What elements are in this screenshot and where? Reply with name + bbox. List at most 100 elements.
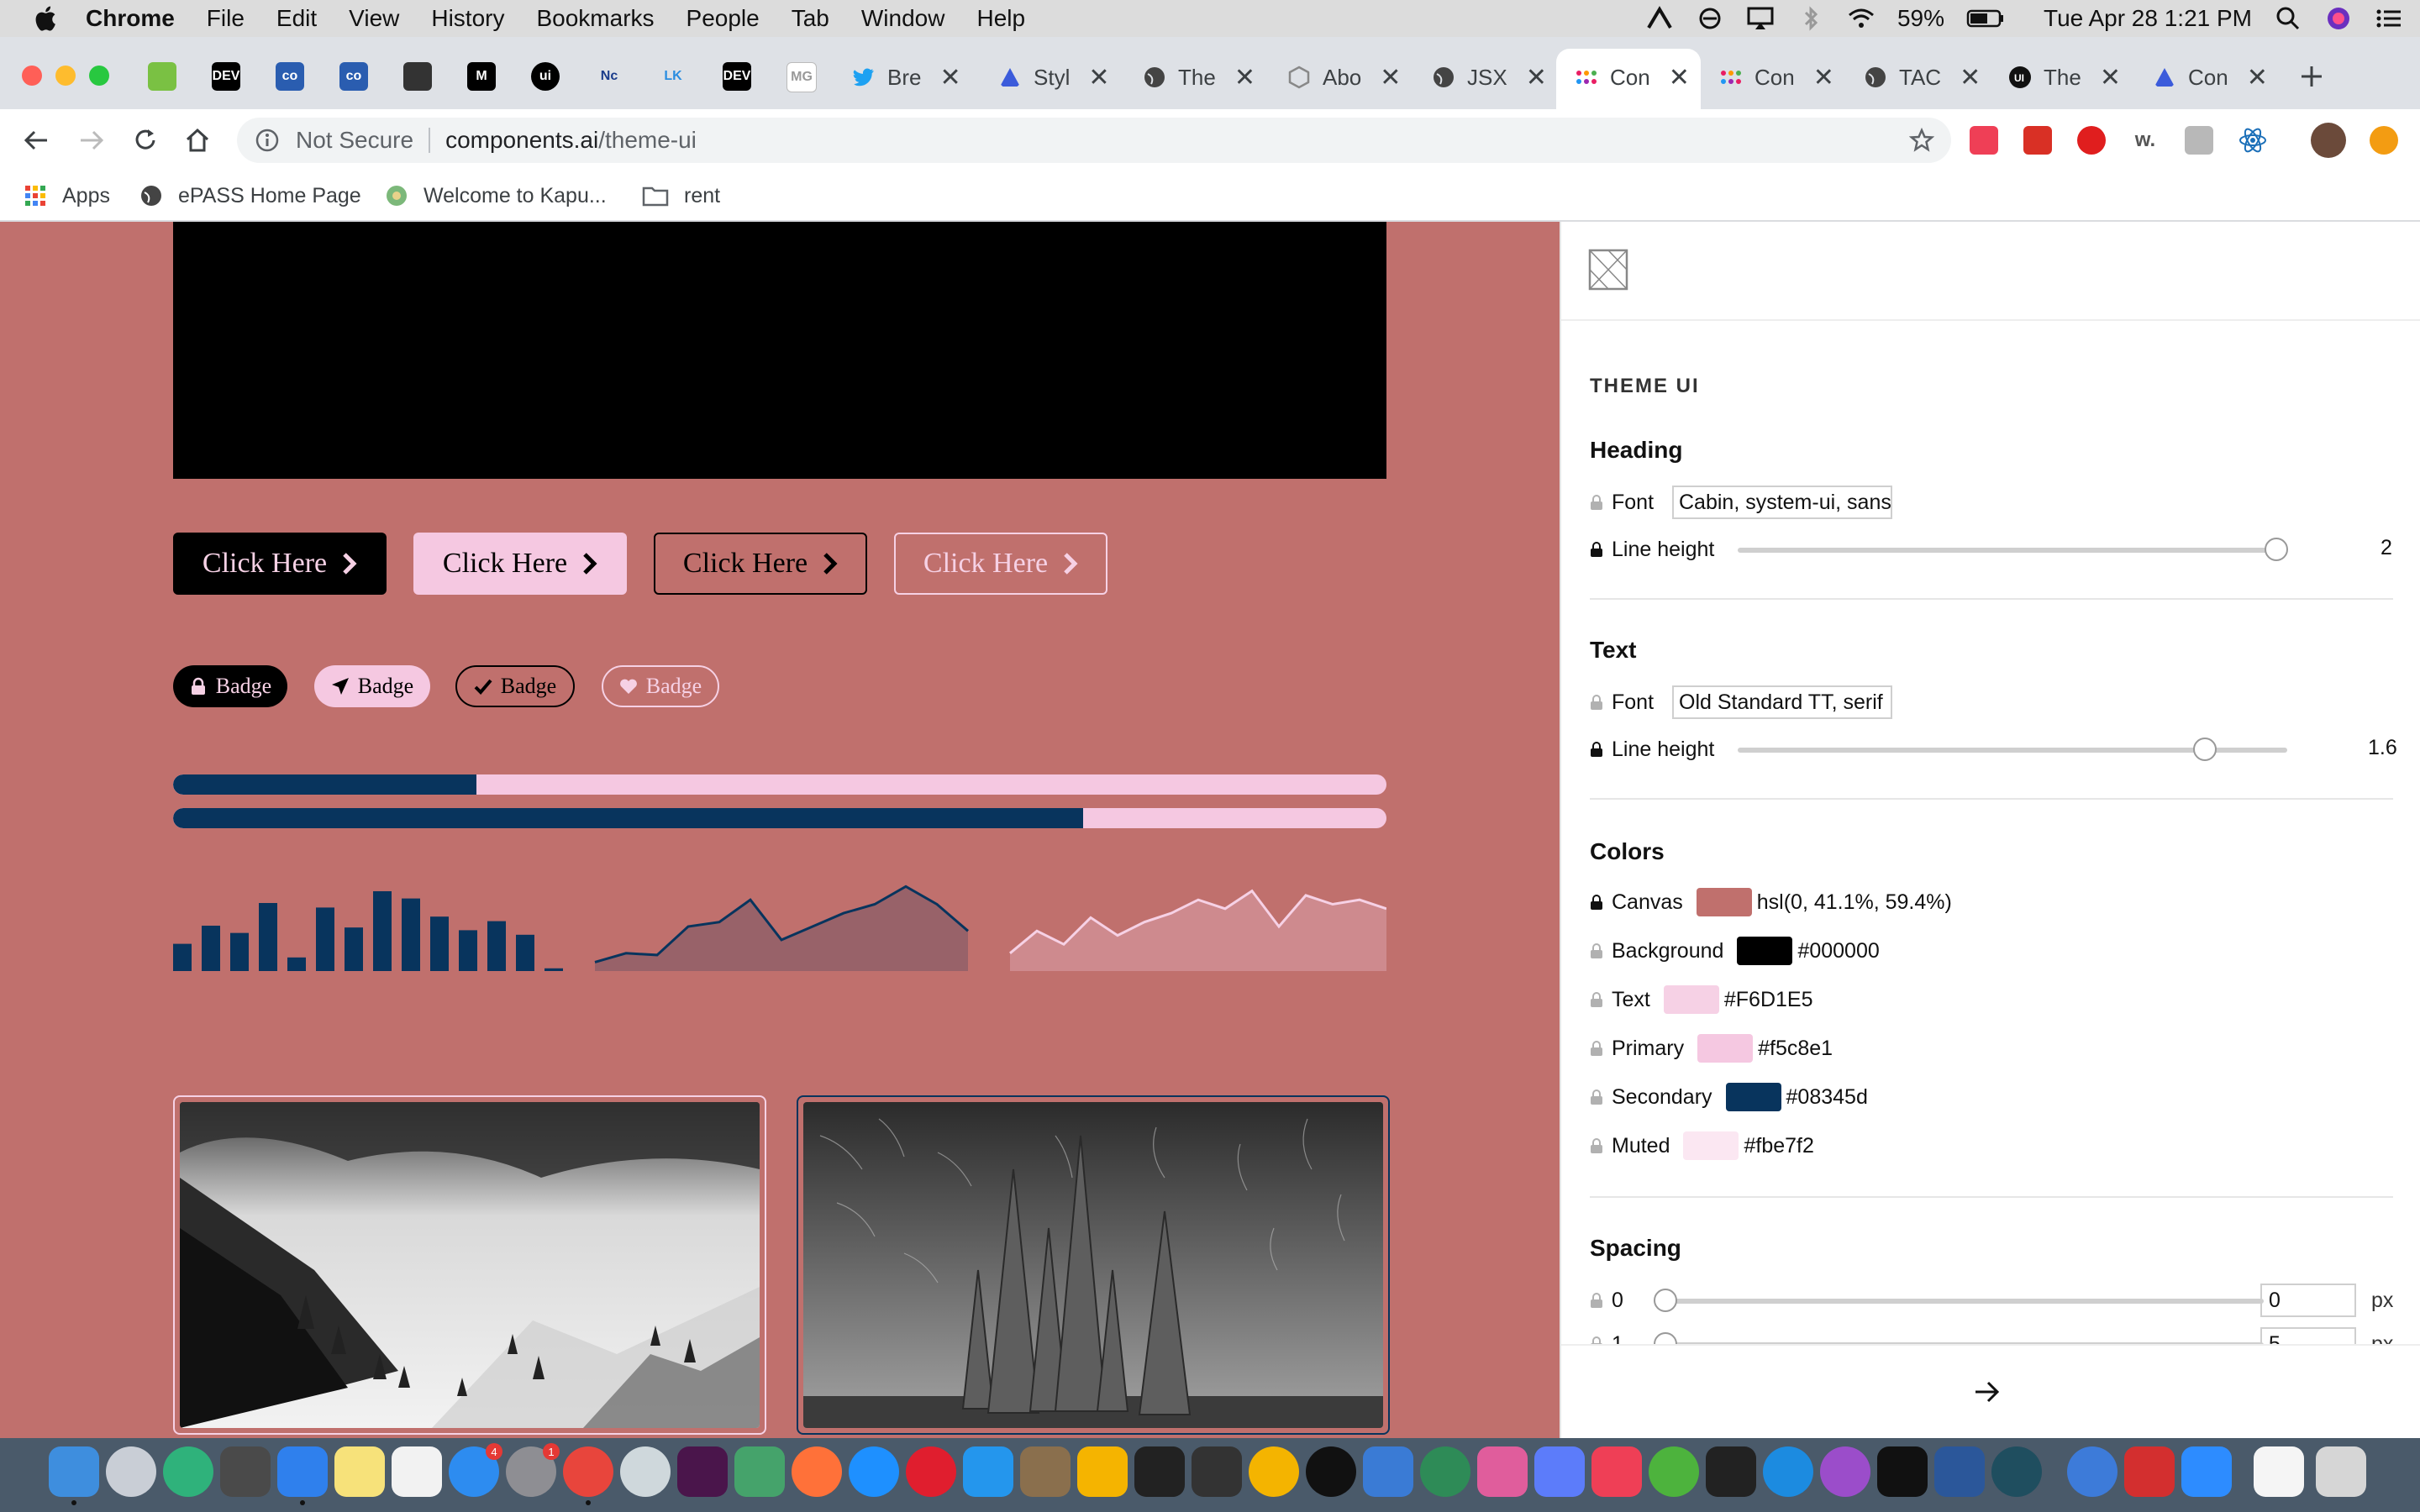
close-tab-icon[interactable]: ✕ — [1669, 63, 1690, 92]
apple-tv-icon[interactable] — [1877, 1446, 1928, 1497]
spacing-value-input[interactable]: 5 — [2260, 1327, 2356, 1344]
activity-monitor-icon[interactable] — [1134, 1446, 1185, 1497]
home-icon[interactable] — [183, 126, 212, 155]
k-extension-icon[interactable] — [2185, 126, 2213, 155]
text-font-input[interactable]: Old Standard TT, serif — [1672, 685, 1892, 719]
menu-window[interactable]: Window — [861, 5, 945, 32]
bookmark-apps[interactable]: Apps — [24, 181, 110, 210]
speedtest-icon[interactable] — [1306, 1446, 1356, 1497]
close-tab-icon[interactable]: ✕ — [1380, 63, 1401, 92]
tab-4[interactable]: JSX ✕ — [1432, 60, 1547, 94]
photo-card-foggy-forest[interactable] — [173, 1095, 766, 1435]
spacing-value-input[interactable]: 0 — [2260, 1284, 2356, 1317]
close-tab-icon[interactable]: ✕ — [1526, 63, 1547, 92]
launchpad-icon[interactable] — [106, 1446, 156, 1497]
update-indicator-icon[interactable] — [2370, 126, 2398, 155]
adblock-extension-icon[interactable] — [2077, 126, 2106, 155]
document-file-icon[interactable] — [2254, 1446, 2304, 1497]
close-tab-icon[interactable]: ✕ — [939, 63, 960, 92]
lock-open-icon[interactable] — [1590, 1089, 1603, 1105]
forward-arrow-icon[interactable] — [77, 126, 106, 155]
turtle-app-icon[interactable] — [734, 1446, 785, 1497]
profile-avatar[interactable] — [2311, 123, 2346, 158]
safari-icon[interactable] — [849, 1446, 899, 1497]
color-swatch[interactable] — [1683, 1131, 1739, 1160]
pinned-tab-mg-icon[interactable]: MG — [786, 62, 817, 92]
photos-icon[interactable] — [1249, 1446, 1299, 1497]
react-devtools-icon[interactable] — [2238, 126, 2267, 155]
lock-open-icon[interactable] — [1590, 694, 1603, 711]
text-line-height-slider[interactable] — [1738, 738, 2287, 761]
lock-open-icon[interactable] — [1590, 1292, 1603, 1309]
video-embed-placeholder[interactable] — [173, 222, 1386, 479]
lock-icon[interactable] — [1590, 894, 1603, 911]
arrow-right-icon[interactable] — [1973, 1379, 2002, 1404]
zoom-window-button[interactable] — [89, 66, 109, 86]
heading-font-input[interactable]: Cabin, system-ui, sans-serif — [1672, 486, 1892, 519]
close-window-button[interactable] — [22, 66, 42, 86]
tab-5-active[interactable]: Con ✕ — [1575, 60, 1690, 94]
lock-icon[interactable] — [1590, 741, 1603, 758]
proxyman-icon[interactable] — [620, 1446, 671, 1497]
clock[interactable]: Tue Apr 28 1:21 PM — [2044, 5, 2252, 32]
color-swatch[interactable] — [1737, 937, 1793, 965]
envato-icon[interactable] — [1420, 1446, 1470, 1497]
pinned-tab-box-icon[interactable] — [403, 62, 432, 91]
chrome-icon[interactable] — [563, 1446, 613, 1505]
lock-open-icon[interactable] — [1590, 494, 1603, 511]
color-swatch[interactable] — [1697, 1034, 1754, 1063]
tab-8[interactable]: UI The ✕ — [2008, 60, 2121, 94]
color-value[interactable]: #08345d — [1786, 1085, 1868, 1110]
lock-open-icon[interactable] — [1590, 1040, 1603, 1057]
tab-6[interactable]: Con ✕ — [1719, 60, 1834, 94]
word-icon[interactable] — [1934, 1446, 1985, 1497]
close-tab-icon[interactable]: ✕ — [2100, 63, 2121, 92]
color-value[interactable]: #fbe7f2 — [1744, 1134, 1813, 1158]
color-value[interactable]: #F6D1E5 — [1724, 988, 1813, 1012]
pinned-tab-medium-icon[interactable]: M — [467, 62, 496, 91]
status-app-icon[interactable] — [1645, 6, 1674, 31]
instruments-icon[interactable] — [1020, 1446, 1071, 1497]
close-tab-icon[interactable]: ✕ — [1960, 63, 1981, 92]
color-value[interactable]: #000000 — [1797, 939, 1879, 963]
bookmark-kapu[interactable]: Welcome to Kapu... — [385, 181, 607, 210]
trash-icon[interactable] — [2316, 1446, 2366, 1497]
pocket-extension-icon[interactable] — [1970, 126, 1998, 155]
lock-open-icon[interactable] — [1590, 1137, 1603, 1154]
tab-0[interactable]: Bre ✕ — [852, 60, 961, 94]
podcasts-icon[interactable] — [1820, 1446, 1870, 1497]
click-here-button-outline-dark[interactable]: Click Here — [654, 533, 867, 595]
app-store-icon[interactable]: 4 — [449, 1443, 502, 1497]
components-ai-logo-icon[interactable] — [1588, 249, 1628, 291]
bluetooth-icon[interactable] — [1797, 6, 1825, 31]
slider-thumb[interactable] — [1654, 1289, 1677, 1312]
new-tab-icon[interactable] — [2299, 64, 2324, 89]
lock-icon[interactable] — [1590, 541, 1603, 558]
notification-center-icon[interactable] — [2375, 6, 2403, 31]
menu-tab[interactable]: Tab — [792, 5, 829, 32]
menu-bookmarks[interactable]: Bookmarks — [536, 5, 654, 32]
opera-icon[interactable] — [906, 1446, 956, 1497]
minimize-window-button[interactable] — [55, 66, 76, 86]
wifi-icon[interactable] — [1847, 6, 1876, 31]
downloads-folder-icon[interactable] — [2067, 1446, 2118, 1497]
photo-card-star-trails[interactable] — [797, 1095, 1390, 1435]
close-tab-icon[interactable]: ✕ — [1813, 63, 1834, 92]
reminders-icon[interactable] — [392, 1446, 442, 1497]
spacing-slider[interactable] — [1654, 1289, 2264, 1312]
lock-open-icon[interactable] — [1590, 1336, 1603, 1344]
close-tab-icon[interactable]: ✕ — [1088, 63, 1109, 92]
messages-icon[interactable] — [1077, 1446, 1128, 1497]
click-here-button-outline-light[interactable]: Click Here — [894, 533, 1107, 595]
tab-1[interactable]: Styl ✕ — [998, 60, 1109, 94]
toolbox-extension-icon[interactable] — [2023, 126, 2052, 155]
slider-thumb[interactable] — [2192, 738, 2217, 761]
teamviewer-icon[interactable] — [1763, 1446, 1813, 1497]
vpn-lite-icon[interactable] — [1363, 1446, 1413, 1497]
bookmark-star-icon[interactable] — [1909, 128, 1934, 153]
db-tool-icon[interactable] — [1534, 1446, 1585, 1497]
tab-2[interactable]: The ✕ — [1143, 60, 1255, 94]
sync-icon[interactable] — [1696, 6, 1724, 31]
slider-thumb[interactable] — [2264, 538, 2288, 561]
battery-icon[interactable] — [1966, 6, 2005, 31]
